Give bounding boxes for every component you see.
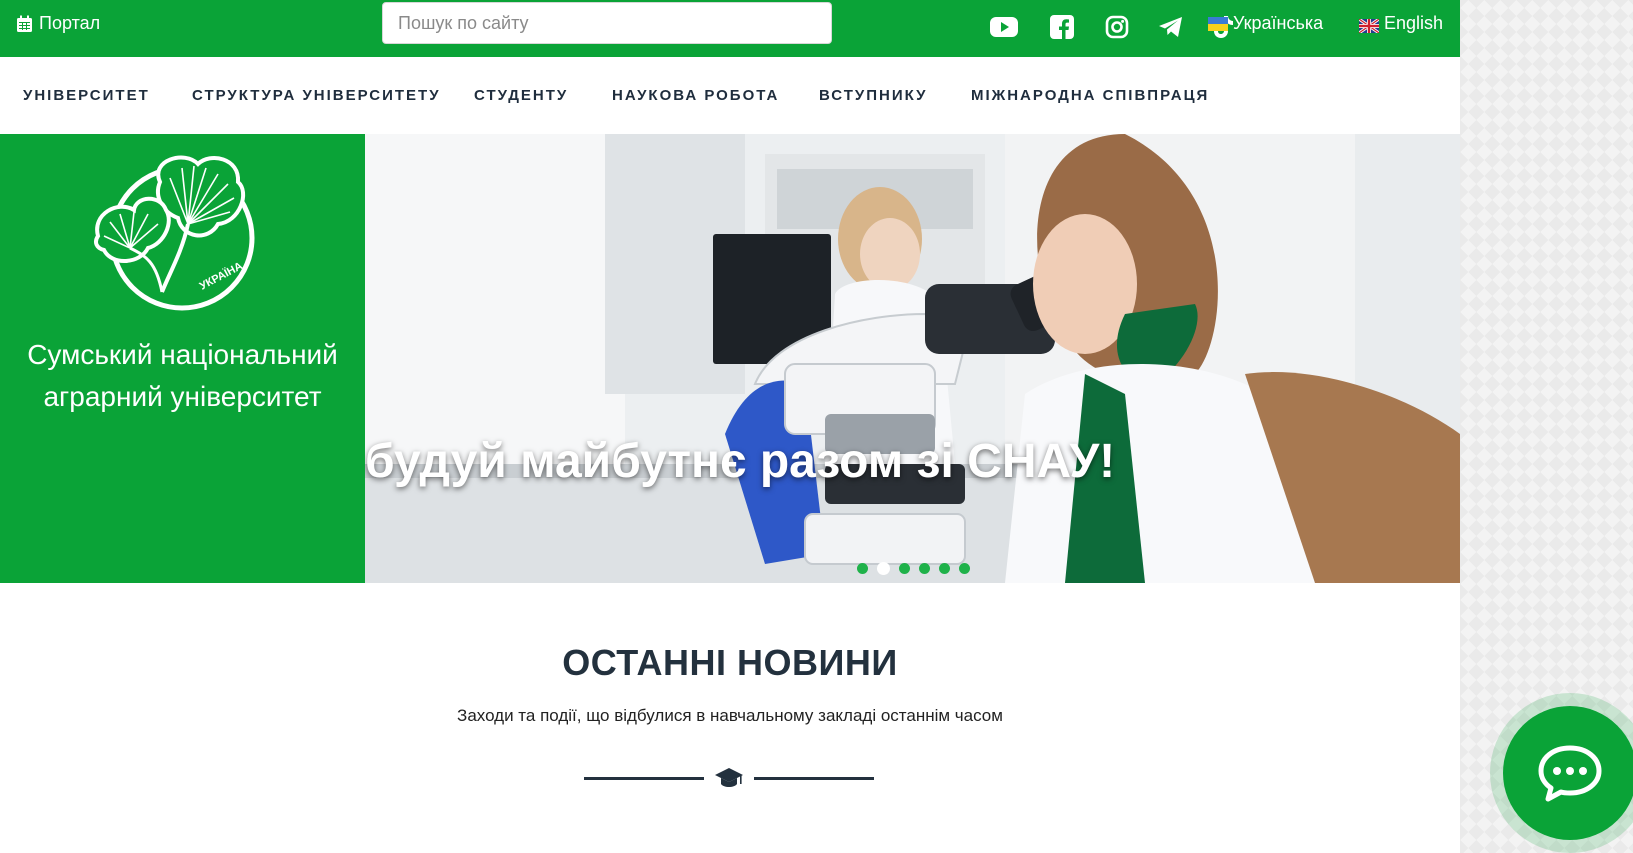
university-name: Сумський національний аграрний університ… — [27, 339, 338, 412]
divider-right — [754, 777, 874, 780]
lang-english-label: English — [1384, 13, 1444, 33]
nav-item-university[interactable]: УНІВЕРСИТЕТ — [23, 87, 150, 104]
slide-caption: будуй майбутнє разом зі СНАУ! — [365, 435, 1116, 488]
slider-dot-6[interactable] — [959, 563, 970, 574]
lang-english[interactable]: English — [1358, 13, 1444, 34]
lang-ukrainian[interactable]: Українська — [1208, 13, 1323, 34]
divider-left — [584, 777, 704, 780]
slider-dot-5[interactable] — [939, 563, 950, 574]
portal-link[interactable]: Портал — [16, 13, 100, 34]
nav-item-international[interactable]: МІЖНАРОДНА СПІВПРАЦЯ — [971, 87, 1209, 104]
nav-item-student[interactable]: СТУДЕНТУ — [474, 87, 568, 104]
slider-dot-4[interactable] — [919, 563, 930, 574]
hero-slide[interactable]: будуй майбутнє разом зі СНАУ! — [365, 134, 1460, 583]
nav-item-research[interactable]: НАУКОВА РОБОТА — [612, 87, 779, 104]
instagram-icon[interactable] — [1100, 10, 1134, 44]
news-title: ОСТАННІ НОВИНИ — [562, 642, 898, 683]
ukraine-flag-icon — [1208, 16, 1228, 31]
facebook-icon[interactable] — [1045, 10, 1079, 44]
youtube-icon[interactable] — [987, 10, 1021, 44]
university-logo: УКРАЇНА — [94, 155, 255, 311]
top-bar: Портал Пошук по сайту Українська English — [0, 0, 1460, 57]
slider-dot-2[interactable] — [877, 562, 890, 575]
lang-ukrainian-label: Українська — [1233, 13, 1324, 33]
news-subtitle: Заходи та події, що відбулися в навчальн… — [457, 706, 1003, 725]
page: Портал Пошук по сайту Українська English… — [0, 0, 1460, 853]
logo-text: УКРАЇНА — [197, 259, 244, 292]
nav-item-structure[interactable]: СТРУКТУРА УНІВЕРСИТЕТУ — [192, 87, 441, 104]
calendar-icon — [17, 15, 32, 32]
slider-dots — [857, 562, 979, 575]
nav-item-applicant[interactable]: ВСТУПНИКУ — [819, 87, 927, 104]
slider-dot-1[interactable] — [857, 563, 868, 574]
slider-dot-3[interactable] — [899, 563, 910, 574]
uk-flag-icon — [1358, 17, 1380, 34]
chat-button-inner — [1503, 706, 1633, 840]
portal-label: Портал — [39, 13, 101, 33]
hero: УКРАЇНА Сумський національний аграрний у… — [0, 134, 1460, 583]
chat-bubble-icon — [1538, 745, 1602, 802]
brand-panel: УКРАЇНА Сумський національний аграрний у… — [0, 134, 365, 583]
graduation-cap-icon — [715, 768, 743, 787]
lab-scene-image — [365, 134, 1460, 583]
telegram-icon[interactable] — [1154, 10, 1188, 44]
search-input[interactable] — [382, 2, 832, 44]
main-nav: УНІВЕРСИТЕТ СТРУКТУРА УНІВЕРСИТЕТУ СТУДЕ… — [0, 57, 1460, 134]
